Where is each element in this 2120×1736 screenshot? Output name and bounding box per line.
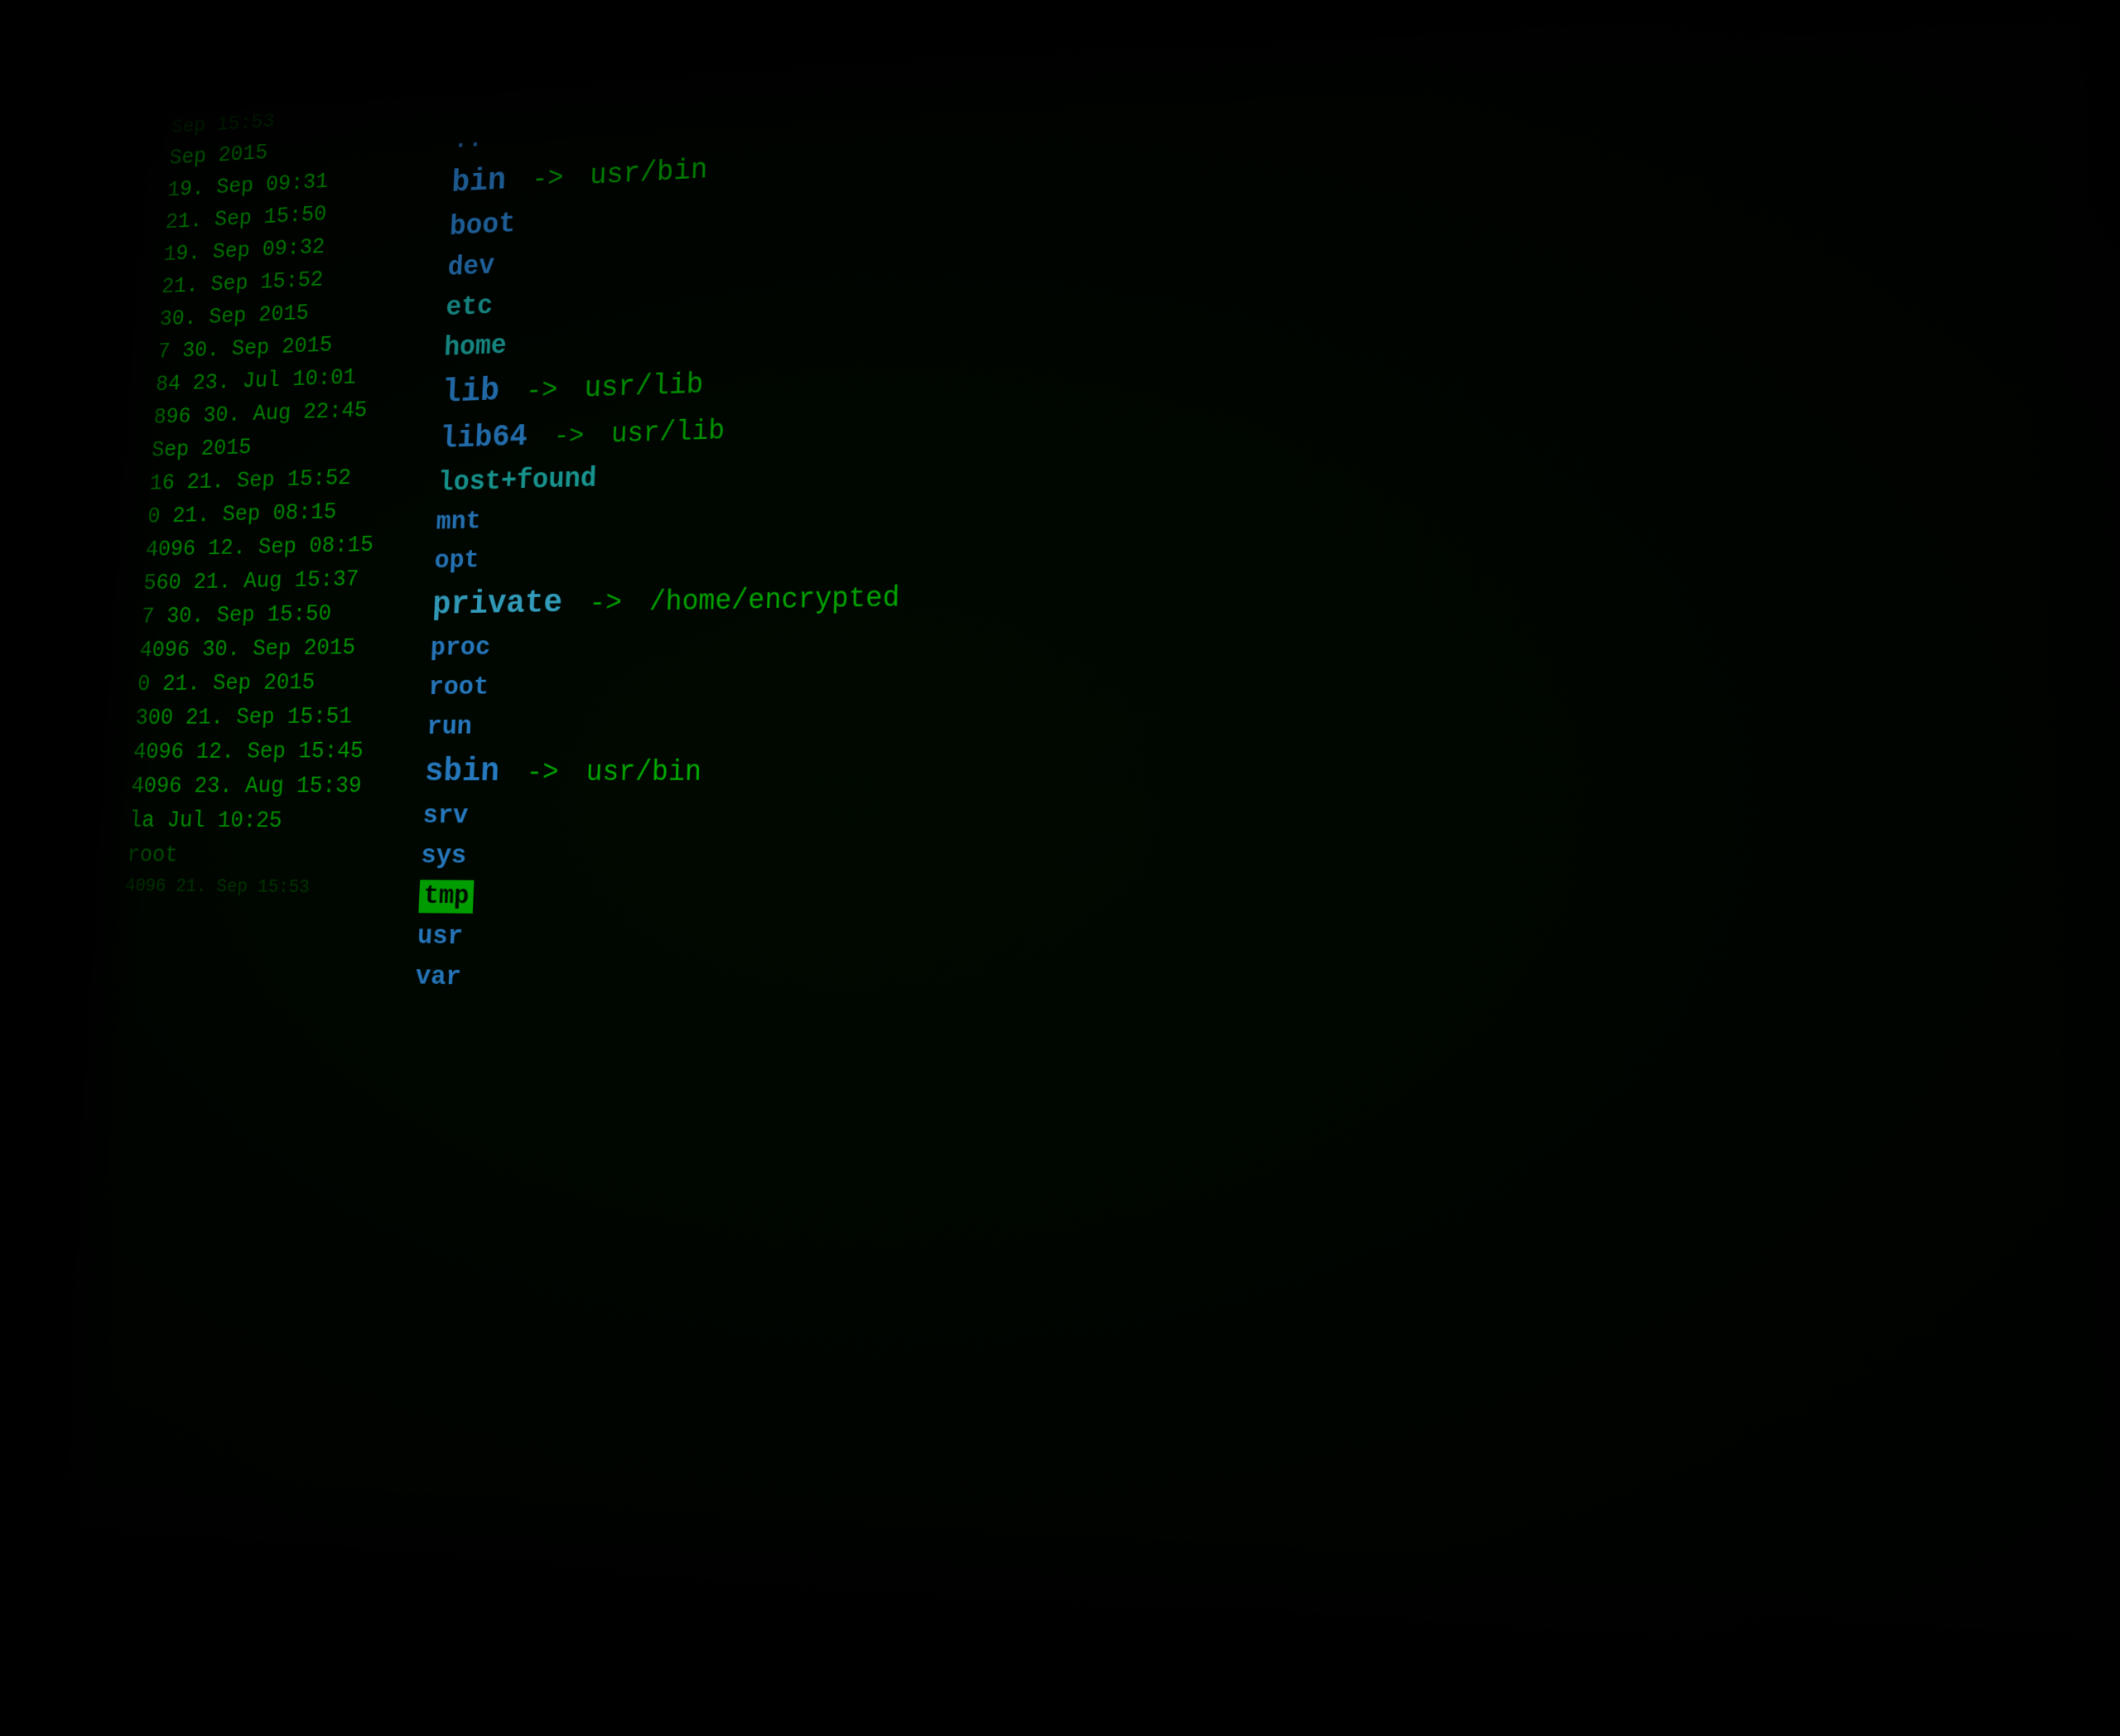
filename: home bbox=[444, 330, 508, 364]
symlink-arrow: -> bbox=[589, 587, 623, 620]
filename: usr bbox=[417, 922, 463, 952]
filename: tmp bbox=[418, 880, 474, 914]
dir-entry: srv bbox=[422, 797, 1701, 841]
left-line: root bbox=[126, 838, 436, 875]
left-line: 4096 30. Sep 2015 bbox=[138, 630, 446, 668]
filename: etc bbox=[446, 291, 494, 323]
filename: run bbox=[426, 712, 473, 742]
right-panel: .. bin -> usr/bin boot dev etc home bbox=[372, 18, 1738, 1699]
filename: .. bbox=[453, 126, 484, 156]
filename: private bbox=[431, 584, 563, 623]
dir-entry: sbin -> usr/bin bbox=[424, 742, 1700, 797]
symlink-arrow: -> bbox=[525, 374, 558, 407]
symlink-arrow: -> bbox=[553, 422, 585, 452]
left-line: 300 21. Sep 15:51 bbox=[134, 700, 442, 736]
filename: sys bbox=[421, 841, 467, 871]
symlink-target: usr/lib bbox=[610, 415, 725, 450]
terminal-screen: Sep 15:53 Sep 2015 19. Sep 09:31 21. Sep… bbox=[49, 0, 2120, 1706]
filename: lost+found bbox=[437, 463, 597, 499]
left-line: 560 21. Aug 15:37 bbox=[142, 562, 449, 601]
symlink-target: usr/lib bbox=[584, 369, 704, 406]
filename: bin bbox=[450, 162, 506, 200]
left-line: 4096 12. Sep 15:45 bbox=[132, 735, 441, 770]
left-line: la Jul 10:25 bbox=[128, 804, 438, 840]
filename: lib64 bbox=[439, 420, 528, 456]
filename: sbin bbox=[424, 753, 500, 790]
left-line: 4096 23. Aug 15:39 bbox=[130, 769, 440, 804]
terminal-content: Sep 15:53 Sep 2015 19. Sep 09:31 21. Sep… bbox=[49, 0, 2120, 1706]
left-line: 4096 21. Sep 15:53 bbox=[124, 873, 435, 904]
filename: dev bbox=[447, 251, 495, 283]
filename: srv bbox=[422, 802, 469, 832]
symlink-arrow: -> bbox=[526, 756, 560, 788]
left-line: 7 30. Sep 15:50 bbox=[141, 596, 448, 634]
filename: lib bbox=[441, 373, 500, 412]
left-line: 0 21. Sep 2015 bbox=[137, 665, 445, 702]
filename: opt bbox=[434, 546, 479, 576]
symlink-target: usr/bin bbox=[585, 756, 702, 789]
symlink-arrow: -> bbox=[532, 163, 564, 195]
filename: var bbox=[415, 962, 462, 993]
filename: mnt bbox=[436, 507, 481, 537]
symlink-target: /home/encrypted bbox=[648, 582, 899, 619]
filename: boot bbox=[449, 208, 516, 243]
filename: proc bbox=[430, 634, 491, 663]
symlink-target: usr/bin bbox=[589, 154, 708, 192]
filename: root bbox=[428, 673, 489, 702]
